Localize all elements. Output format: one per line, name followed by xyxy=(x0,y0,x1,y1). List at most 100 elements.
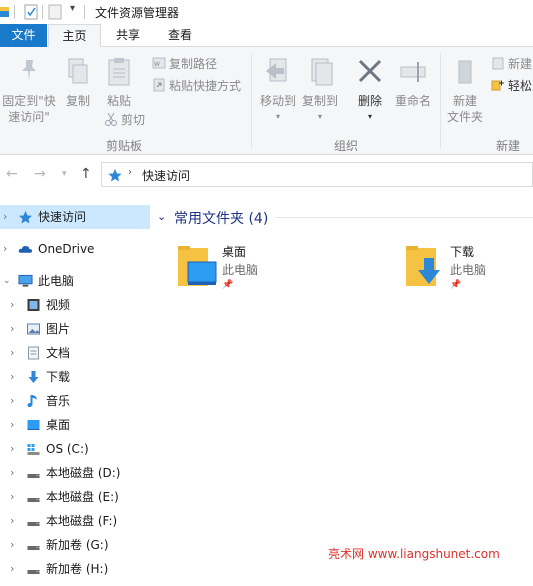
new-folder-qa-icon[interactable] xyxy=(48,4,62,20)
collapse-chevron-icon[interactable]: ⌄ xyxy=(3,269,11,293)
move-to-dropdown-icon: ▾ xyxy=(275,112,280,121)
nav-label: 文档 xyxy=(46,346,71,360)
new-folder-button[interactable]: 新建 文件夹 xyxy=(442,57,488,125)
expand-chevron-icon[interactable]: › xyxy=(10,413,14,437)
nav-label: 视频 xyxy=(46,298,71,312)
folder-name: 桌面 xyxy=(222,245,247,259)
tab-file[interactable]: 文件 xyxy=(0,24,47,47)
properties-icon[interactable] xyxy=(24,4,38,20)
forward-icon[interactable]: → xyxy=(34,166,46,182)
nav-item-onedrive[interactable]: › OneDrive xyxy=(0,237,150,261)
windows-drive-icon xyxy=(27,444,40,455)
nav-item-videos[interactable]: › 视频 xyxy=(0,293,150,317)
nav-item-drive-d[interactable]: › 本地磁盘 (D:) xyxy=(0,461,150,485)
folder-tile-downloads[interactable]: 下载 此电脑 📌 xyxy=(404,242,533,302)
copy-path-button[interactable]: W 复制路径 xyxy=(152,55,217,73)
back-icon[interactable]: ← xyxy=(6,166,18,182)
expand-chevron-icon[interactable]: › xyxy=(10,533,14,557)
expand-chevron-icon[interactable]: › xyxy=(3,237,7,261)
nav-item-drive-g[interactable]: › 新加卷 (G:) xyxy=(0,533,150,557)
svg-text:W: W xyxy=(154,61,160,68)
nav-item-this-pc[interactable]: ⌄ 此电脑 xyxy=(0,269,150,293)
delete-dropdown-icon: ▾ xyxy=(367,112,372,121)
expand-chevron-icon[interactable]: › xyxy=(10,509,14,533)
nav-label: 新加卷 (H:) xyxy=(46,562,109,576)
cloud-icon xyxy=(18,246,33,253)
qa-separator xyxy=(42,5,43,19)
document-icon xyxy=(28,346,39,360)
cut-button[interactable]: 剪切 xyxy=(104,111,145,129)
copy-path-icon: W xyxy=(152,57,166,69)
nav-item-drive-f[interactable]: › 本地磁盘 (F:) xyxy=(0,509,150,533)
pin-label-2: 速访问" xyxy=(8,110,50,124)
rename-label: 重命名 xyxy=(394,94,431,108)
paste-shortcut-button[interactable]: 粘贴快捷方式 xyxy=(152,77,241,95)
new-item-button[interactable]: 新建 xyxy=(491,55,532,73)
copy-icon xyxy=(68,58,88,84)
copy-button[interactable]: 复制 xyxy=(60,57,96,109)
up-icon[interactable]: ↑ xyxy=(80,166,92,182)
qa-dropdown-icon[interactable]: ▾ xyxy=(70,3,75,14)
music-note-icon xyxy=(27,395,37,407)
pinned-icon: 📌 xyxy=(450,280,462,290)
tab-view[interactable]: 查看 xyxy=(158,24,202,47)
copy-label: 复制 xyxy=(65,94,90,108)
nav-label: 此电脑 xyxy=(38,274,75,288)
nav-item-drive-h[interactable]: › 新加卷 (H:) xyxy=(0,557,150,581)
paste-button[interactable]: 粘贴 xyxy=(100,57,138,109)
section-title[interactable]: 常用文件夹 (4) xyxy=(174,208,268,228)
nav-item-pictures[interactable]: › 图片 xyxy=(0,317,150,341)
folder-name: 下载 xyxy=(450,245,475,259)
window-title: 文件资源管理器 xyxy=(95,6,180,20)
expand-chevron-icon[interactable]: › xyxy=(10,437,14,461)
expand-chevron-icon[interactable]: › xyxy=(10,557,14,581)
delete-label: 删除 xyxy=(357,94,382,108)
move-to-icon xyxy=(266,58,287,82)
nav-label: 本地磁盘 (E:) xyxy=(46,490,119,504)
easy-access-icon xyxy=(491,80,504,91)
delete-button[interactable]: 删除 ▾ xyxy=(352,57,388,125)
move-to-button[interactable]: 移动到 ▾ xyxy=(256,57,300,125)
expand-chevron-icon[interactable]: › xyxy=(10,341,14,365)
rename-button[interactable]: 重命名 xyxy=(390,57,436,109)
folder-location: 此电脑 xyxy=(450,263,487,277)
expand-chevron-icon[interactable]: › xyxy=(3,205,7,229)
drive-icon xyxy=(27,546,40,550)
nav-item-drive-e[interactable]: › 本地磁盘 (E:) xyxy=(0,485,150,509)
breadcrumb-separator-icon[interactable]: › xyxy=(128,167,132,178)
easy-access-button[interactable]: 轻松 xyxy=(491,77,532,95)
nav-item-quick-access[interactable]: › 快速访问 xyxy=(0,205,150,229)
nav-label: 图片 xyxy=(46,322,71,336)
nav-item-drive-c[interactable]: › OS (C:) xyxy=(0,437,150,461)
folder-location: 此电脑 xyxy=(222,263,259,277)
copy-to-icon xyxy=(311,58,333,86)
desktop-icon xyxy=(27,420,40,430)
folder-tile-desktop[interactable]: 桌面 此电脑 📌 xyxy=(176,242,356,302)
pin-quick-access-button[interactable]: 固定到"快 速访问" xyxy=(0,57,58,125)
expand-chevron-icon[interactable]: › xyxy=(10,485,14,509)
nav-item-music[interactable]: › 音乐 xyxy=(0,389,150,413)
delete-icon xyxy=(358,59,382,83)
tab-home[interactable]: 主页 xyxy=(48,24,101,48)
star-icon xyxy=(19,211,32,224)
picture-icon xyxy=(27,323,40,335)
section-collapse-icon[interactable]: ⌄ xyxy=(157,210,166,223)
expand-chevron-icon[interactable]: › xyxy=(10,365,14,389)
nav-label: 新加卷 (G:) xyxy=(46,538,109,552)
copy-to-button[interactable]: 复制到 ▾ xyxy=(298,57,342,125)
group-new-label: 新建 xyxy=(496,139,521,153)
copy-to-label: 复制到 xyxy=(301,94,338,108)
nav-item-documents[interactable]: › 文档 xyxy=(0,341,150,365)
expand-chevron-icon[interactable]: › xyxy=(10,461,14,485)
copy-to-dropdown-icon: ▾ xyxy=(317,112,322,121)
address-location[interactable]: 快速访问 xyxy=(142,167,190,184)
downloads-folder-icon xyxy=(406,246,440,286)
expand-chevron-icon[interactable]: › xyxy=(10,293,14,317)
nav-label: 本地磁盘 (D:) xyxy=(46,466,121,480)
expand-chevron-icon[interactable]: › xyxy=(10,389,14,413)
nav-item-desktop[interactable]: › 桌面 xyxy=(0,413,150,437)
nav-item-downloads[interactable]: › 下载 xyxy=(0,365,150,389)
tab-share[interactable]: 共享 xyxy=(106,24,150,47)
expand-chevron-icon[interactable]: › xyxy=(10,317,14,341)
recent-locations-icon[interactable]: ▾ xyxy=(62,169,67,179)
